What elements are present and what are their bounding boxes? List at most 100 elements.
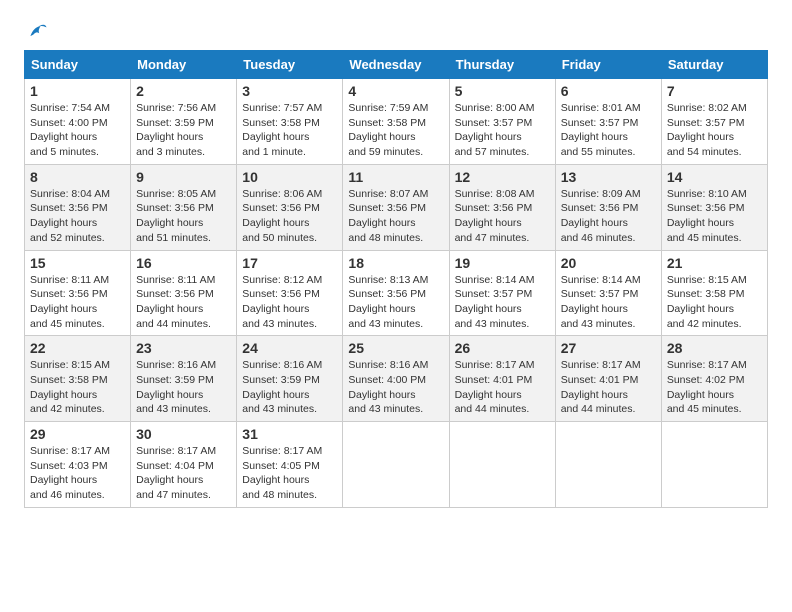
- calendar-cell: 4 Sunrise: 7:59 AMSunset: 3:58 PMDaylight…: [343, 79, 449, 165]
- header-day-sunday: Sunday: [25, 51, 131, 79]
- day-number: 3: [242, 83, 337, 99]
- calendar-cell: 11 Sunrise: 8:07 AMSunset: 3:56 PMDayligh…: [343, 164, 449, 250]
- week-row-1: 1 Sunrise: 7:54 AMSunset: 4:00 PMDaylight…: [25, 79, 768, 165]
- day-info: Sunrise: 8:09 AMSunset: 3:56 PMDaylight …: [561, 188, 641, 244]
- calendar-cell: 17 Sunrise: 8:12 AMSunset: 3:56 PMDayligh…: [237, 250, 343, 336]
- day-number: 12: [455, 169, 550, 185]
- calendar-cell: 21 Sunrise: 8:15 AMSunset: 3:58 PMDayligh…: [661, 250, 767, 336]
- day-info: Sunrise: 8:01 AMSunset: 3:57 PMDaylight …: [561, 102, 641, 158]
- day-info: Sunrise: 8:14 AMSunset: 3:57 PMDaylight …: [455, 274, 535, 330]
- day-info: Sunrise: 8:17 AMSunset: 4:04 PMDaylight …: [136, 445, 216, 501]
- day-info: Sunrise: 8:17 AMSunset: 4:03 PMDaylight …: [30, 445, 110, 501]
- header-day-saturday: Saturday: [661, 51, 767, 79]
- day-info: Sunrise: 7:56 AMSunset: 3:59 PMDaylight …: [136, 102, 216, 158]
- day-number: 16: [136, 255, 231, 271]
- day-number: 5: [455, 83, 550, 99]
- day-info: Sunrise: 8:10 AMSunset: 3:56 PMDaylight …: [667, 188, 747, 244]
- day-info: Sunrise: 8:17 AMSunset: 4:01 PMDaylight …: [561, 359, 641, 415]
- calendar-cell: 9 Sunrise: 8:05 AMSunset: 3:56 PMDaylight…: [131, 164, 237, 250]
- header-day-wednesday: Wednesday: [343, 51, 449, 79]
- day-info: Sunrise: 8:00 AMSunset: 3:57 PMDaylight …: [455, 102, 535, 158]
- day-info: Sunrise: 8:16 AMSunset: 3:59 PMDaylight …: [242, 359, 322, 415]
- calendar-table: SundayMondayTuesdayWednesdayThursdayFrid…: [24, 50, 768, 508]
- header-day-monday: Monday: [131, 51, 237, 79]
- calendar-cell: [555, 422, 661, 508]
- day-info: Sunrise: 8:07 AMSunset: 3:56 PMDaylight …: [348, 188, 428, 244]
- day-info: Sunrise: 8:05 AMSunset: 3:56 PMDaylight …: [136, 188, 216, 244]
- day-number: 15: [30, 255, 125, 271]
- day-number: 10: [242, 169, 337, 185]
- day-info: Sunrise: 7:59 AMSunset: 3:58 PMDaylight …: [348, 102, 428, 158]
- week-row-5: 29 Sunrise: 8:17 AMSunset: 4:03 PMDayligh…: [25, 422, 768, 508]
- day-info: Sunrise: 8:17 AMSunset: 4:01 PMDaylight …: [455, 359, 535, 415]
- day-info: Sunrise: 8:02 AMSunset: 3:57 PMDaylight …: [667, 102, 747, 158]
- logo: [24, 20, 48, 42]
- day-number: 18: [348, 255, 443, 271]
- calendar-cell: 14Sunrise: 8:10 AMSunset: 3:56 PMDayligh…: [661, 164, 767, 250]
- calendar-cell: 13 Sunrise: 8:09 AMSunset: 3:56 PMDayligh…: [555, 164, 661, 250]
- day-number: 27: [561, 340, 656, 356]
- day-info: Sunrise: 8:11 AMSunset: 3:56 PMDaylight …: [136, 274, 215, 330]
- calendar-cell: 1 Sunrise: 7:54 AMSunset: 4:00 PMDaylight…: [25, 79, 131, 165]
- day-info: Sunrise: 8:04 AMSunset: 3:56 PMDaylight …: [30, 188, 110, 244]
- day-info: Sunrise: 8:14 AMSunset: 3:57 PMDaylight …: [561, 274, 641, 330]
- calendar-cell: 24 Sunrise: 8:16 AMSunset: 3:59 PMDayligh…: [237, 336, 343, 422]
- calendar-cell: 25Sunrise: 8:16 AMSunset: 4:00 PMDayligh…: [343, 336, 449, 422]
- calendar-cell: 10 Sunrise: 8:06 AMSunset: 3:56 PMDayligh…: [237, 164, 343, 250]
- day-number: 17: [242, 255, 337, 271]
- calendar-cell: 3 Sunrise: 7:57 AMSunset: 3:58 PMDaylight…: [237, 79, 343, 165]
- day-number: 13: [561, 169, 656, 185]
- calendar-cell: 22Sunrise: 8:15 AMSunset: 3:58 PMDayligh…: [25, 336, 131, 422]
- day-info: Sunrise: 8:17 AMSunset: 4:05 PMDaylight …: [242, 445, 322, 501]
- day-info: Sunrise: 7:54 AMSunset: 4:00 PMDaylight …: [30, 102, 110, 158]
- calendar-cell: 12 Sunrise: 8:08 AMSunset: 3:56 PMDayligh…: [449, 164, 555, 250]
- calendar-cell: 16 Sunrise: 8:11 AMSunset: 3:56 PMDayligh…: [131, 250, 237, 336]
- calendar-cell: 26 Sunrise: 8:17 AMSunset: 4:01 PMDayligh…: [449, 336, 555, 422]
- day-info: Sunrise: 8:11 AMSunset: 3:56 PMDaylight …: [30, 274, 109, 330]
- calendar-body: 1 Sunrise: 7:54 AMSunset: 4:00 PMDaylight…: [25, 79, 768, 508]
- day-number: 20: [561, 255, 656, 271]
- day-number: 30: [136, 426, 231, 442]
- calendar-cell: 2 Sunrise: 7:56 AMSunset: 3:59 PMDaylight…: [131, 79, 237, 165]
- day-number: 11: [348, 169, 443, 185]
- day-number: 19: [455, 255, 550, 271]
- day-info: Sunrise: 8:06 AMSunset: 3:56 PMDaylight …: [242, 188, 322, 244]
- day-number: 9: [136, 169, 231, 185]
- calendar-cell: [449, 422, 555, 508]
- calendar-cell: [661, 422, 767, 508]
- calendar-cell: 19 Sunrise: 8:14 AMSunset: 3:57 PMDayligh…: [449, 250, 555, 336]
- day-number: 1: [30, 83, 125, 99]
- calendar-cell: 28Sunrise: 8:17 AMSunset: 4:02 PMDayligh…: [661, 336, 767, 422]
- day-info: Sunrise: 8:17 AMSunset: 4:02 PMDaylight …: [667, 359, 747, 415]
- calendar-cell: 20 Sunrise: 8:14 AMSunset: 3:57 PMDayligh…: [555, 250, 661, 336]
- day-number: 8: [30, 169, 125, 185]
- logo-bird-icon: [26, 20, 48, 42]
- day-number: 29: [30, 426, 125, 442]
- calendar-cell: 6 Sunrise: 8:01 AMSunset: 3:57 PMDaylight…: [555, 79, 661, 165]
- day-number: 22: [30, 340, 125, 356]
- day-number: 6: [561, 83, 656, 99]
- header-day-tuesday: Tuesday: [237, 51, 343, 79]
- week-row-4: 22Sunrise: 8:15 AMSunset: 3:58 PMDayligh…: [25, 336, 768, 422]
- calendar-cell: 7 Sunrise: 8:02 AMSunset: 3:57 PMDaylight…: [661, 79, 767, 165]
- day-info: Sunrise: 8:12 AMSunset: 3:56 PMDaylight …: [242, 274, 322, 330]
- calendar-header: SundayMondayTuesdayWednesdayThursdayFrid…: [25, 51, 768, 79]
- calendar-cell: 31Sunrise: 8:17 AMSunset: 4:05 PMDayligh…: [237, 422, 343, 508]
- day-info: Sunrise: 8:08 AMSunset: 3:56 PMDaylight …: [455, 188, 535, 244]
- header: [24, 20, 768, 42]
- calendar-cell: 15 Sunrise: 8:11 AMSunset: 3:56 PMDayligh…: [25, 250, 131, 336]
- day-number: 24: [242, 340, 337, 356]
- day-number: 4: [348, 83, 443, 99]
- day-number: 7: [667, 83, 762, 99]
- header-day-thursday: Thursday: [449, 51, 555, 79]
- day-info: Sunrise: 7:57 AMSunset: 3:58 PMDaylight …: [242, 102, 322, 158]
- day-number: 26: [455, 340, 550, 356]
- week-row-3: 15 Sunrise: 8:11 AMSunset: 3:56 PMDayligh…: [25, 250, 768, 336]
- day-number: 21: [667, 255, 762, 271]
- day-info: Sunrise: 8:16 AMSunset: 4:00 PMDaylight …: [348, 359, 428, 415]
- header-row: SundayMondayTuesdayWednesdayThursdayFrid…: [25, 51, 768, 79]
- day-info: Sunrise: 8:15 AMSunset: 3:58 PMDaylight …: [667, 274, 747, 330]
- day-number: 2: [136, 83, 231, 99]
- calendar-cell: 29 Sunrise: 8:17 AMSunset: 4:03 PMDayligh…: [25, 422, 131, 508]
- calendar-cell: 23Sunrise: 8:16 AMSunset: 3:59 PMDayligh…: [131, 336, 237, 422]
